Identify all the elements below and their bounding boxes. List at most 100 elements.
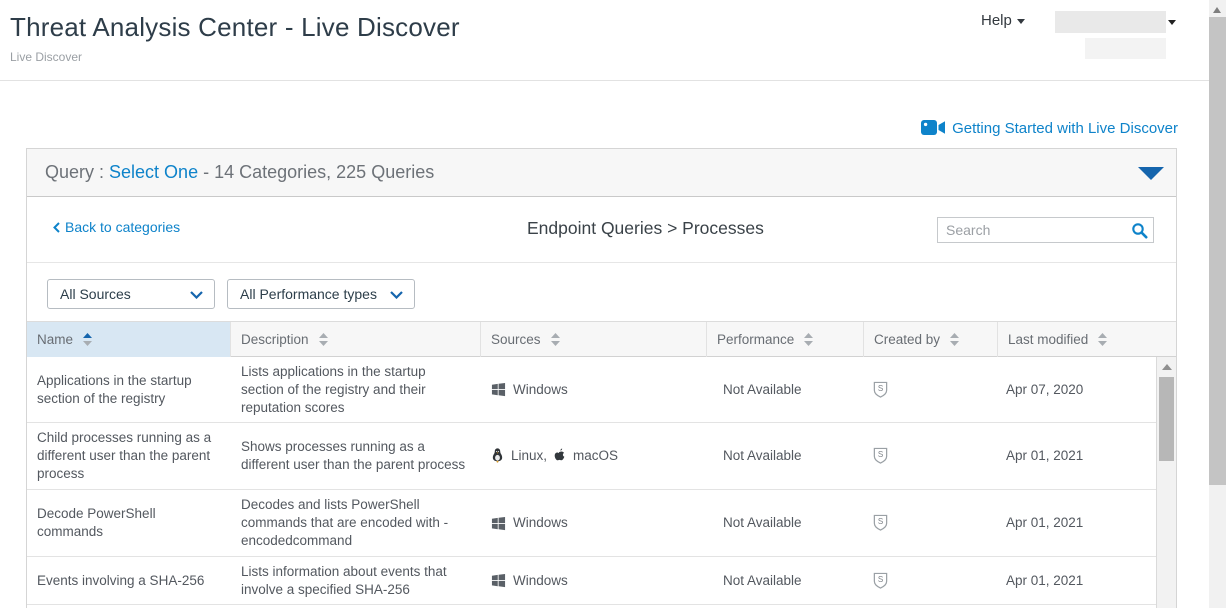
query-name-cell: Decode PowerShell commands	[27, 490, 231, 556]
table-scrollbar[interactable]	[1156, 357, 1176, 608]
query-name[interactable]: Events involving a SHA-256	[37, 572, 204, 590]
query-sources-cell: Linux, macOS	[481, 423, 707, 489]
source-windows: Windows	[491, 514, 568, 532]
performance-cell: Not Available	[707, 357, 864, 422]
column-header-created-by[interactable]: Created by	[864, 322, 998, 357]
sophos-shield-icon: S	[872, 381, 889, 399]
created-by-cell: S	[864, 423, 998, 489]
source-label: Windows	[513, 514, 568, 532]
sophos-shield-icon: S	[872, 572, 889, 590]
search-box	[937, 217, 1154, 243]
performance-filter-dropdown[interactable]: All Performance types	[227, 279, 415, 309]
query-name[interactable]: Child processes running as a different u…	[37, 429, 217, 482]
query-row[interactable]: Events involving a SHA-256Lists informat…	[27, 557, 1176, 605]
scroll-up-icon[interactable]	[1213, 7, 1221, 13]
column-header-name[interactable]: Name	[27, 322, 231, 357]
sort-icon	[1098, 333, 1107, 346]
source-windows: Windows	[491, 381, 568, 399]
column-label: Created by	[874, 332, 940, 347]
column-label: Description	[241, 332, 309, 347]
chevron-down-icon	[1017, 19, 1025, 24]
sources-filter-dropdown[interactable]: All Sources	[47, 279, 215, 309]
created-by-cell: S	[864, 557, 998, 605]
column-header-performance[interactable]: Performance	[707, 322, 864, 357]
query-row[interactable]: Child processes running as a different u…	[27, 423, 1176, 490]
search-input[interactable]	[938, 218, 1128, 242]
query-row[interactable]: Applications in the startup section of t…	[27, 357, 1176, 423]
page-scrollbar-thumb[interactable]	[1209, 17, 1226, 485]
help-menu[interactable]: Help	[981, 12, 1025, 29]
page-title: Threat Analysis Center - Live Discover	[10, 12, 460, 43]
last-modified-cell: Apr 01, 2021	[998, 490, 1158, 556]
windows-icon	[491, 516, 506, 531]
breadcrumb: Endpoint Queries > Processes	[527, 218, 764, 239]
table-scrollbar-thumb[interactable]	[1159, 377, 1174, 461]
sort-icon	[950, 333, 959, 346]
scroll-up-icon[interactable]	[1162, 364, 1172, 370]
column-header-description[interactable]: Description	[231, 322, 481, 357]
performance-cell: Not Available	[707, 490, 864, 556]
svg-text:S: S	[878, 450, 883, 459]
source-label: Linux,	[511, 447, 547, 465]
filter-row: All Sources All Performance types	[27, 263, 1176, 321]
source-label: Windows	[513, 572, 568, 590]
table-body: Applications in the startup section of t…	[27, 357, 1176, 605]
column-label: Name	[37, 332, 73, 347]
chevron-down-icon	[190, 291, 203, 299]
source-macos: macOS	[552, 447, 618, 465]
last-modified-cell: Apr 07, 2020	[998, 357, 1158, 422]
query-row[interactable]: Decode PowerShell commands Decodes and li…	[27, 490, 1176, 557]
last-modified-cell: Apr 01, 2021	[998, 423, 1158, 489]
query-name[interactable]: Applications in the startup section of t…	[37, 372, 217, 408]
query-prefix: Query :	[45, 162, 109, 182]
back-to-categories-link[interactable]: Back to categories	[53, 219, 180, 235]
query-description-cell: Shows processes running as a different u…	[231, 423, 481, 489]
sort-icon	[551, 333, 560, 346]
query-description-cell: Decodes and lists PowerShell commands th…	[231, 490, 481, 556]
query-sources-cell: Windows	[481, 490, 707, 556]
source-label: macOS	[573, 447, 618, 465]
query-sources-cell: Windows	[481, 357, 707, 422]
column-label: Last modified	[1008, 332, 1088, 347]
svg-text:S: S	[878, 575, 883, 584]
source-windows: Windows	[491, 572, 568, 590]
user-account-name-redacted[interactable]	[1055, 11, 1166, 33]
query-name-cell: Applications in the startup section of t…	[27, 357, 231, 422]
sort-icon	[83, 333, 92, 346]
column-label: Performance	[717, 332, 794, 347]
getting-started-label: Getting Started with Live Discover	[952, 120, 1178, 137]
chevron-down-icon	[390, 291, 403, 299]
collapse-panel-icon[interactable]	[1138, 167, 1164, 180]
search-icon[interactable]	[1131, 222, 1148, 244]
query-select-one-link[interactable]: Select One	[109, 162, 198, 182]
header-divider	[0, 80, 1209, 81]
query-sources-cell: Windows	[481, 557, 707, 605]
query-name-cell: Events involving a SHA-256	[27, 557, 231, 605]
column-header-last-modified[interactable]: Last modified	[998, 322, 1158, 357]
back-label: Back to categories	[65, 219, 180, 235]
svg-text:S: S	[878, 384, 883, 393]
query-name-cell: Child processes running as a different u…	[27, 423, 231, 489]
page-scrollbar[interactable]	[1209, 0, 1226, 608]
query-summary: - 14 Categories, 225 Queries	[198, 162, 434, 182]
query-name[interactable]: Decode PowerShell commands	[37, 505, 217, 541]
page-subtitle: Live Discover	[10, 50, 82, 64]
linux-icon	[491, 448, 504, 464]
created-by-cell: S	[864, 357, 998, 422]
windows-icon	[491, 573, 506, 588]
help-label: Help	[981, 12, 1012, 29]
sort-icon	[804, 333, 813, 346]
chevron-left-icon	[53, 222, 60, 233]
query-toolbar: Back to categories Endpoint Queries > Pr…	[27, 197, 1176, 263]
apple-icon	[552, 448, 566, 464]
query-bar: Query : Select One - 14 Categories, 225 …	[27, 149, 1176, 197]
column-label: Sources	[491, 332, 541, 347]
column-header-sources[interactable]: Sources	[481, 322, 707, 357]
performance-cell: Not Available	[707, 423, 864, 489]
table-header: Name Description Sources Performance Cre…	[27, 321, 1176, 357]
account-chevron-down-icon[interactable]	[1168, 20, 1176, 25]
getting-started-link[interactable]: Getting Started with Live Discover	[0, 119, 1178, 137]
source-label: Windows	[513, 381, 568, 399]
user-account-detail-redacted	[1085, 38, 1166, 59]
sophos-shield-icon: S	[872, 447, 889, 465]
